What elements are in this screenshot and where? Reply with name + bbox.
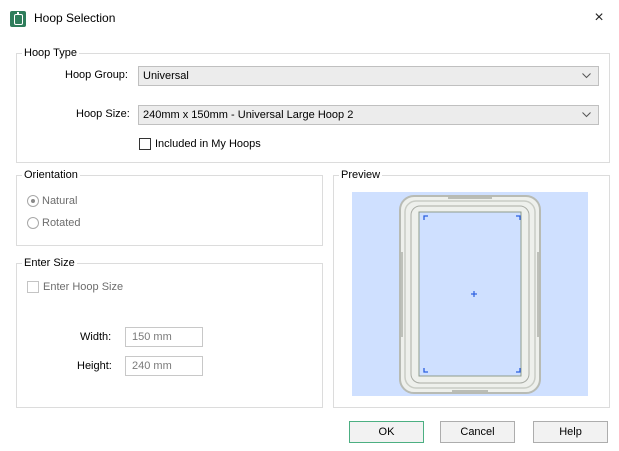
included-in-my-hoops-checkbox[interactable] [139,138,151,150]
hoop-size-dropdown[interactable]: 240mm x 150mm - Universal Large Hoop 2 [138,105,599,125]
cancel-button[interactable]: Cancel [440,421,515,443]
hoop-group-dropdown[interactable]: Universal [138,66,599,86]
orientation-natural-label: Natural [42,195,78,207]
hoop-outline [399,195,541,394]
orientation-rotated-label: Rotated [42,217,81,229]
height-label: Height: [77,360,112,372]
preview-legend: Preview [341,169,381,181]
close-icon[interactable]: × [587,7,611,29]
hoop-icon [10,11,26,27]
orientation-group: Orientation [16,169,323,246]
title-bar: Hoop Selection × [0,0,619,36]
ok-button[interactable]: OK [349,421,424,443]
hoop-size-label: Hoop Size: [76,108,130,120]
hoop-type-legend: Hoop Type [24,47,78,59]
hoop-size-value: 240mm x 150mm - Universal Large Hoop 2 [143,109,354,121]
width-field[interactable]: 150 mm [125,327,203,347]
enter-size-legend: Enter Size [24,257,75,269]
chevron-down-icon [582,67,592,85]
help-button[interactable]: Help [533,421,608,443]
window-title: Hoop Selection [34,11,116,25]
hoop-group-value: Universal [143,70,189,82]
enter-hoop-size-label: Enter Hoop Size [43,281,124,293]
orientation-rotated-radio[interactable] [27,217,39,229]
hoop-group-label: Hoop Group: [65,69,128,81]
orientation-natural-radio[interactable] [27,195,39,207]
chevron-down-icon [582,106,592,124]
width-label: Width: [80,331,112,343]
enter-hoop-size-checkbox[interactable] [27,281,39,293]
included-in-my-hoops-label: Included in My Hoops [155,138,261,150]
hoop-preview-canvas [352,192,588,396]
orientation-legend: Orientation [24,169,78,181]
height-field[interactable]: 240 mm [125,356,203,376]
